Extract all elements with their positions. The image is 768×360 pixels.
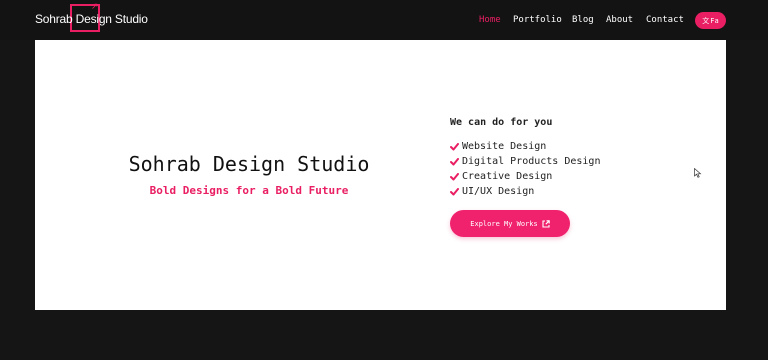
services-heading: We can do for you: [450, 117, 553, 128]
service-item: Creative Design: [450, 169, 600, 184]
mouse-cursor-icon: [694, 168, 702, 178]
language-toggle-button[interactable]: 文 Fa: [695, 12, 726, 29]
explore-my-works-button[interactable]: Explore My Works: [450, 210, 570, 237]
hero-section: Sohrab Design Studio Bold Designs for a …: [35, 40, 726, 310]
check-icon: [450, 142, 461, 151]
service-label: UI/UX Design: [462, 186, 535, 197]
service-item: UI/UX Design: [450, 184, 600, 199]
service-label: Website Design: [462, 141, 547, 152]
check-icon: [450, 172, 461, 181]
services-list: Website Design Digital Products Design C…: [450, 139, 600, 199]
cta-label: Explore My Works: [470, 219, 538, 228]
service-item: Website Design: [450, 139, 600, 154]
external-link-icon: [542, 219, 550, 228]
check-icon: [450, 187, 461, 196]
nav-item-blog[interactable]: Blog: [572, 15, 594, 25]
external-link-arrow-icon: ↗: [91, 2, 99, 12]
navbar: ↗ Sohrab Design Studio Home Portfolio Bl…: [0, 0, 768, 40]
page: ↗ Sohrab Design Studio Home Portfolio Bl…: [0, 0, 768, 360]
hero-title: Sohrab Design Studio: [128, 152, 370, 176]
translate-icon: 文: [702, 16, 710, 25]
service-label: Digital Products Design: [462, 156, 601, 167]
nav-item-about[interactable]: About: [606, 15, 633, 25]
hero-subtitle: Bold Designs for a Bold Future: [149, 184, 349, 197]
service-label: Creative Design: [462, 171, 553, 182]
check-icon: [450, 157, 461, 166]
brand-name: Sohrab Design Studio: [35, 12, 148, 26]
language-label: Fa: [710, 16, 719, 25]
service-item: Digital Products Design: [450, 154, 600, 169]
nav-item-contact[interactable]: Contact: [646, 15, 684, 25]
brand-logo[interactable]: ↗ Sohrab Design Studio: [35, 2, 148, 34]
nav-item-home[interactable]: Home: [479, 15, 501, 25]
nav-item-portfolio[interactable]: Portfolio: [513, 15, 562, 25]
